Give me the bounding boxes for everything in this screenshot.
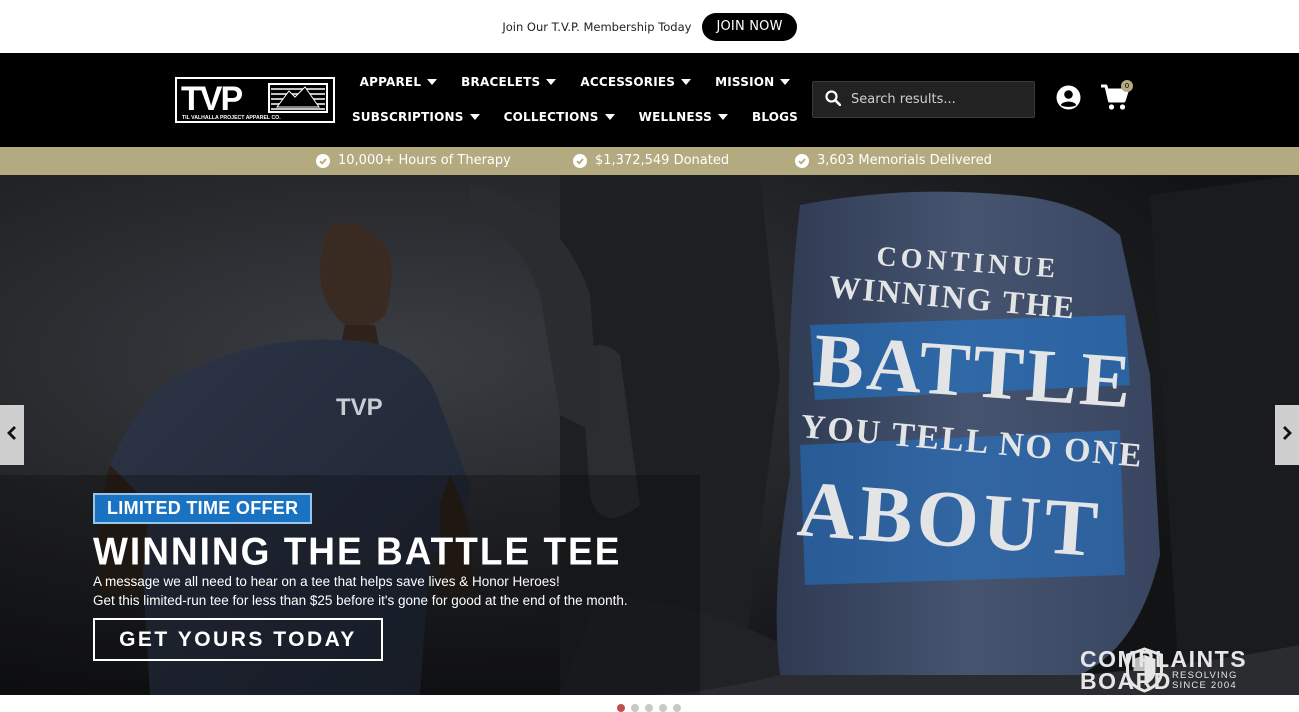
nav-item-wellness[interactable]: WELLNESS	[639, 109, 728, 125]
nav-label: WELLNESS	[638, 110, 712, 124]
nav-row-1: APPAREL BRACELETS ACCESSORIES MISSION	[360, 74, 791, 90]
search-input[interactable]	[851, 92, 1021, 107]
nav-item-collections[interactable]: COLLECTIONS	[504, 109, 615, 125]
nav-label: ACCESSORIES	[580, 75, 676, 89]
join-now-button[interactable]: JOIN NOW	[702, 12, 797, 41]
slider-dot[interactable]	[645, 704, 653, 712]
chevron-left-icon	[6, 425, 18, 445]
user-circle-icon[interactable]	[1056, 85, 1081, 110]
caret-down-icon	[717, 114, 728, 120]
logo-caption: TIL VALHALLA PROJECT APPAREL CO.	[182, 115, 281, 121]
check-circle-icon	[573, 153, 587, 168]
nav-label: COLLECTIONS	[503, 110, 599, 124]
get-yours-today-button[interactable]: GET YOURS TODAY	[93, 618, 383, 661]
stat-label: 3,603 Memorials Delivered	[817, 153, 992, 168]
slider-prev-button[interactable]	[0, 405, 24, 465]
stat-therapy: 10,000+ Hours of Therapy	[316, 153, 511, 168]
logo-letters: TVP	[181, 80, 242, 118]
caret-down-icon	[681, 79, 692, 85]
tvp-logo[interactable]: TVP TIL VALHALLA PROJECT APPAREL CO.	[175, 77, 335, 123]
slider-pagination	[617, 704, 681, 712]
hero-image: TVP CONTINUE WINNING THE BATTLE YOU TELL…	[0, 175, 1299, 695]
hero-title: WINNING THE BATTLE TEE	[93, 529, 622, 573]
nav-label: MISSION	[715, 75, 775, 89]
stat-memorials: 3,603 Memorials Delivered	[795, 153, 992, 168]
impact-stats-bar: 10,000+ Hours of Therapy $1,372,549 Dona…	[0, 147, 1299, 175]
nav-item-mission[interactable]: MISSION	[715, 74, 791, 90]
nav-label: BRACELETS	[461, 75, 541, 89]
membership-text: Join Our T.V.P. Membership Today	[502, 19, 692, 34]
nav-label: BLOGS	[751, 110, 799, 124]
hero-slider: TVP CONTINUE WINNING THE BATTLE YOU TELL…	[0, 175, 1299, 695]
caret-down-icon	[546, 79, 557, 85]
slider-next-button[interactable]	[1275, 405, 1299, 465]
slider-dot[interactable]	[659, 704, 667, 712]
check-circle-icon	[316, 153, 330, 168]
limited-offer-badge: LIMITED TIME OFFER	[93, 493, 313, 524]
nav-item-subscriptions[interactable]: SUBSCRIPTIONS	[352, 109, 480, 125]
main-nav: APPAREL BRACELETS ACCESSORIES MISSION SU…	[352, 53, 798, 147]
caret-down-icon	[469, 114, 480, 120]
announcement-bar: Join Our T.V.P. Membership Today JOIN NO…	[0, 0, 1299, 53]
nav-item-apparel[interactable]: APPAREL	[360, 74, 438, 90]
watermark-line-2: BOARD	[1080, 668, 1172, 694]
nav-item-bracelets[interactable]: BRACELETS	[461, 74, 557, 90]
site-header: TVP TIL VALHALLA PROJECT APPAREL CO. APP…	[0, 53, 1299, 147]
slider-dot[interactable]	[631, 704, 639, 712]
check-circle-icon	[795, 153, 809, 168]
caret-down-icon	[427, 79, 438, 85]
watermark-sub-2: SINCE 2004	[1172, 680, 1237, 691]
chest-logo: TVP	[336, 394, 383, 421]
nav-row-2: SUBSCRIPTIONS COLLECTIONS WELLNESS BLOGS	[352, 109, 798, 125]
slider-dot[interactable]	[617, 704, 625, 712]
cart-count-badge: 0	[1121, 80, 1133, 92]
chevron-right-icon	[1281, 425, 1293, 445]
nav-label: APPAREL	[359, 75, 422, 89]
slider-dot[interactable]	[673, 704, 681, 712]
nav-label: SUBSCRIPTIONS	[351, 110, 464, 124]
hero-description-line-1: A message we all need to hear on a tee t…	[93, 574, 560, 589]
search-icon[interactable]	[825, 89, 842, 110]
stat-donated: $1,372,549 Donated	[573, 153, 729, 168]
stat-label: 10,000+ Hours of Therapy	[338, 153, 511, 168]
nav-item-accessories[interactable]: ACCESSORIES	[580, 74, 692, 90]
stat-label: $1,372,549 Donated	[595, 153, 730, 168]
search-box[interactable]	[812, 81, 1035, 118]
caret-down-icon	[604, 114, 615, 120]
hero-description-line-2: Get this limited-run tee for less than $…	[93, 593, 628, 608]
caret-down-icon	[780, 79, 791, 85]
nav-item-blogs[interactable]: BLOGS	[752, 109, 798, 125]
